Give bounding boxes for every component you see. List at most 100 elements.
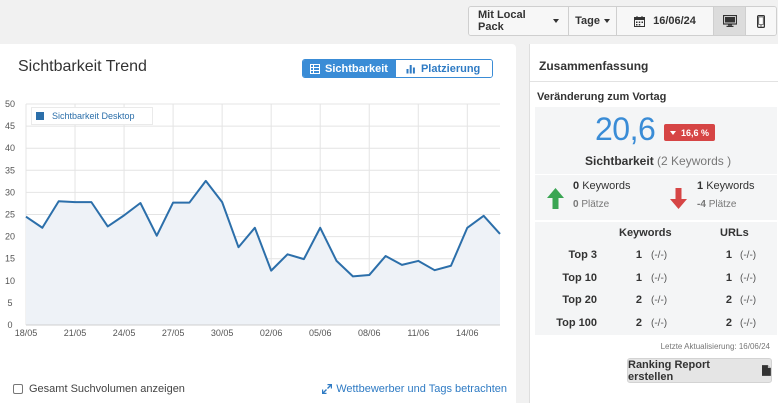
toggle-visibility-label: Sichtbarkeit <box>325 62 388 75</box>
change-value: 16,6 % <box>681 127 710 138</box>
keywords-count: 1 <box>635 249 642 261</box>
panel-title: Sichtbarkeit Trend <box>18 58 147 75</box>
x-tick-label: 14/06 <box>456 328 479 338</box>
divider <box>530 81 778 82</box>
up-keywords-label: Keywords <box>582 180 631 192</box>
mobile-icon <box>757 14 765 28</box>
x-tick-label: 24/05 <box>113 328 136 338</box>
x-tick-label: 30/05 <box>211 328 234 338</box>
keywords-change: (-/-) <box>651 250 668 261</box>
keywords-count: 1 <box>635 272 642 284</box>
expand-icon <box>322 384 333 394</box>
arrow-up-icon <box>547 188 564 209</box>
y-tick-label: 5 <box>7 298 12 308</box>
mobile-device-button[interactable] <box>746 7 776 35</box>
period-dropdown[interactable]: Tage <box>569 7 617 35</box>
date-label: 16/06/24 <box>653 15 696 27</box>
urls-count: 2 <box>725 317 732 329</box>
down-keywords-label: Keywords <box>706 180 755 192</box>
local-pack-dropdown[interactable]: Mit Local Pack <box>469 7 569 35</box>
visibility-label-text: Sichtbarkeit <box>585 154 654 168</box>
keywords-change: (-/-) <box>651 318 668 329</box>
y-tick-label: 35 <box>5 165 15 175</box>
change-badge: 16,6 % <box>664 124 716 141</box>
desktop-device-button[interactable] <box>714 7 746 35</box>
urls-change: (-/-) <box>740 273 757 284</box>
y-tick-label: 40 <box>5 143 15 153</box>
up-places: 0 Plätze <box>573 199 609 210</box>
chevron-down-icon <box>670 130 676 135</box>
x-tick-label: 05/06 <box>309 328 332 338</box>
row-label: Top 3 <box>568 249 597 261</box>
competitors-tags-label: Wettbewerber und Tags betrachten <box>336 383 507 395</box>
date-picker[interactable]: 16/06/24 <box>617 7 714 35</box>
y-tick-label: 50 <box>5 99 15 109</box>
ranking-report-button[interactable]: Ranking Report erstellen <box>627 358 772 383</box>
up-places-value: 0 <box>573 199 579 210</box>
visibility-value: 20,6 <box>595 111 656 147</box>
search-volume-label: Gesamt Suchvolumen anzeigen <box>29 383 185 395</box>
y-tick-label: 10 <box>5 276 15 286</box>
toggle-ranking-label: Platzierung <box>420 62 481 75</box>
table-icon <box>310 63 320 74</box>
down-places-value: -4 <box>697 199 706 210</box>
chart-legend: Sichtbarkeit Desktop <box>31 107 153 125</box>
down-keywords: 1 Keywords <box>697 180 754 192</box>
search-volume-toggle[interactable]: Gesamt Suchvolumen anzeigen <box>13 383 185 395</box>
toggle-ranking[interactable]: Platzierung <box>395 60 493 77</box>
ranking-report-label: Ranking Report erstellen <box>628 358 710 383</box>
urls-count: 1 <box>725 272 732 284</box>
local-pack-label: Mit Local Pack <box>478 9 526 33</box>
period-label: Tage <box>575 15 600 27</box>
bar-chart-icon <box>406 64 415 73</box>
visibility-chart: 0 5 10 15 20 25 30 35 40 45 50 18/05 21/05 24/05 27/05… <box>5 99 501 338</box>
urls-change: (-/-) <box>740 318 757 329</box>
x-tick-label: 08/06 <box>358 328 381 338</box>
x-tick-label: 18/05 <box>15 328 38 338</box>
summary-panel: Zusammenfassung Veränderung zum Vortag 2… <box>529 44 778 403</box>
visibility-trend-panel: Sichtbarkeit Trend Sichtbarkeit Platzier… <box>0 44 516 403</box>
top-toolbar: Mit Local Pack Tage 16/06/24 <box>468 6 777 36</box>
keywords-change: (-/-) <box>651 273 668 284</box>
chart-mode-toggle: Sichtbarkeit Platzierung <box>302 59 494 78</box>
up-count: 0 <box>573 180 580 192</box>
last-update: Letzte Aktualisierung: 16/06/24 <box>660 342 770 351</box>
chevron-down-icon <box>553 19 559 23</box>
desktop-icon <box>722 15 737 27</box>
summary-title: Zusammenfassung <box>539 59 649 73</box>
column-header-urls: URLs <box>720 227 749 239</box>
urls-count: 1 <box>725 249 732 261</box>
x-tick-label: 02/06 <box>260 328 283 338</box>
y-tick-label: 30 <box>5 187 15 197</box>
y-tick-label: 20 <box>5 232 15 242</box>
visibility-label: Sichtbarkeit (2 Keywords ) <box>585 154 731 168</box>
y-tick-label: 15 <box>5 254 15 264</box>
keywords-count: 2 <box>635 317 642 329</box>
x-tick-label: 27/05 <box>162 328 185 338</box>
y-tick-label: 0 <box>7 320 12 330</box>
x-tick-label: 21/05 <box>64 328 87 338</box>
y-tick-label: 25 <box>5 210 15 220</box>
row-label: Top 100 <box>556 317 597 329</box>
legend-label: Sichtbarkeit Desktop <box>52 111 135 121</box>
top-positions-table: Keywords URLs Top 3 1 (-/-) 1 (-/-) Top … <box>535 222 777 335</box>
urls-count: 2 <box>725 294 732 306</box>
keywords-count: 2 <box>635 294 642 306</box>
arrow-down-icon <box>670 188 687 209</box>
toggle-visibility[interactable]: Sichtbarkeit <box>303 60 396 77</box>
competitors-tags-link[interactable]: Wettbewerber und Tags betrachten <box>322 383 507 395</box>
down-places: -4 Plätze <box>697 199 736 210</box>
keywords-note: (2 Keywords ) <box>657 154 732 168</box>
up-keywords: 0 Keywords <box>573 180 630 192</box>
search-volume-checkbox[interactable] <box>13 384 23 394</box>
row-label: Top 10 <box>562 272 597 284</box>
keyword-movement-row: 0 Keywords 0 Plätze 1 Keywords -4 Plätze <box>535 175 777 220</box>
urls-change: (-/-) <box>740 250 757 261</box>
urls-change: (-/-) <box>740 295 757 306</box>
down-count: 1 <box>697 180 704 192</box>
keywords-change: (-/-) <box>651 295 668 306</box>
row-label: Top 20 <box>562 294 597 306</box>
y-tick-label: 45 <box>5 121 15 131</box>
calendar-icon <box>634 15 646 27</box>
column-header-keywords: Keywords <box>619 227 672 239</box>
